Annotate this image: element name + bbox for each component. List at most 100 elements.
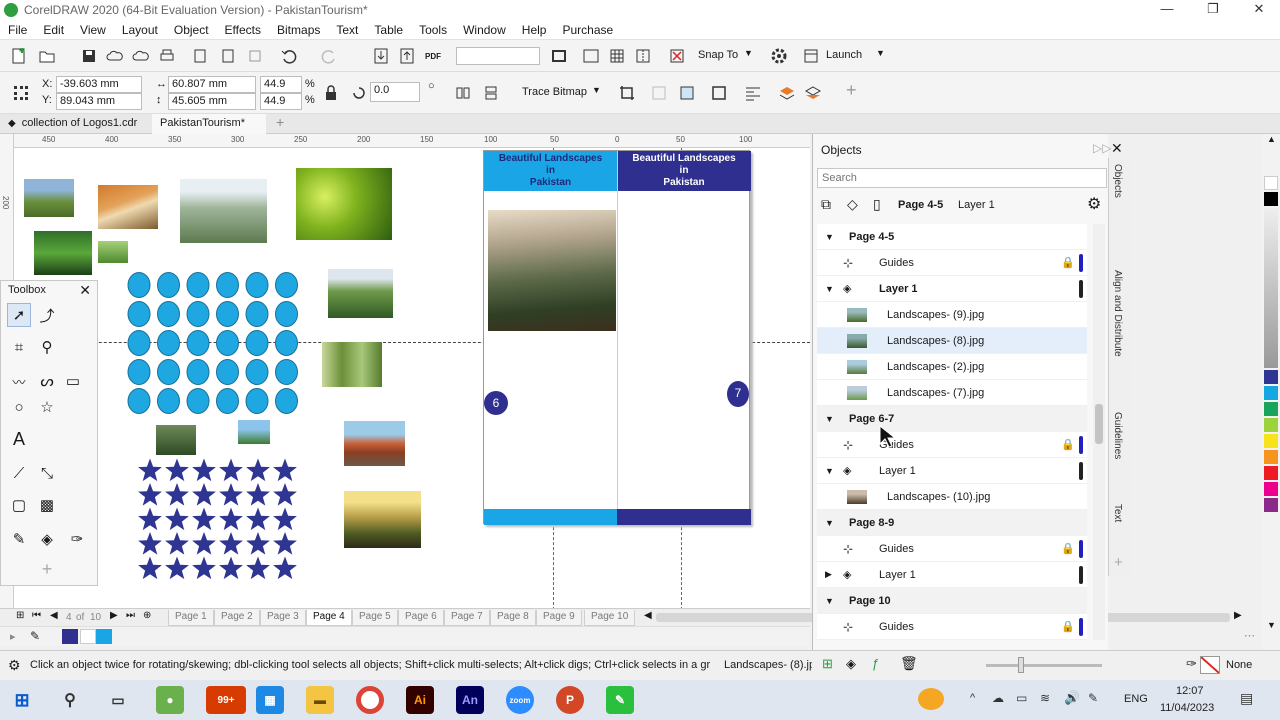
add-object-icon[interactable]: ⊞ [822,656,833,672]
drop-shadow-icon[interactable]: ▢ [7,493,31,517]
menu-help[interactable]: Help [514,23,555,37]
crop-bitmap-icon[interactable] [616,82,638,104]
star-shape[interactable] [138,483,162,506]
color-eyedropper-icon[interactable]: ✎ [30,629,40,643]
circle-shape[interactable] [245,301,269,327]
tree-row-layer[interactable]: ▼ ◈ Layer 1 [817,458,1087,484]
circle-shape[interactable] [157,272,180,298]
add-tool-icon[interactable]: + [35,557,59,581]
page-tab-1[interactable]: Page 1 [168,610,214,626]
swatch-purple[interactable] [1264,498,1278,512]
clock-time[interactable]: 12:07 [1176,685,1204,697]
star-shape[interactable] [246,507,270,531]
circle-shape[interactable] [245,272,269,298]
show-grid-icon[interactable] [606,45,628,67]
swatch-lime[interactable] [1264,418,1278,432]
tab-collection-of-logos[interactable]: ◆ collection of Logos1.cdr [0,114,152,134]
swatch-orange[interactable] [1264,450,1278,464]
star-shape[interactable] [273,483,297,506]
wrap-text-icon[interactable] [742,82,764,104]
launch-dropdown-icon[interactable]: ▼ [876,48,885,58]
right-page-footer[interactable] [617,509,751,525]
menu-text[interactable]: Text [328,23,366,37]
swatch-blue[interactable] [1264,370,1278,384]
breadcrumb-layer[interactable]: Layer 1 [958,199,995,211]
mirror-vertical-icon[interactable] [480,82,502,104]
circle-shape[interactable] [157,359,180,385]
side-tab-text[interactable]: Text [1112,504,1123,522]
full-screen-icon[interactable] [548,45,570,67]
star-shape[interactable] [219,458,243,482]
circle-shape[interactable] [157,388,180,414]
zoom-icon[interactable]: zoom [506,686,534,714]
show-hidden-icons[interactable]: ^ [970,692,975,704]
star-shape[interactable] [273,532,297,555]
left-page-header[interactable]: Beautiful Landscapes in Pakistan [484,151,617,191]
onedrive-icon[interactable]: ☁ [992,691,1004,705]
circle-shape[interactable] [186,272,210,298]
illustrator-icon[interactable]: Ai [406,686,434,714]
rotation-angle-field[interactable]: 0.0 [370,82,420,102]
landscape-thumbnail[interactable] [98,185,158,229]
circle-shape[interactable] [275,388,298,414]
pick-tool-icon[interactable]: ➚ [7,303,31,327]
height-field[interactable]: 45.605 mm [168,93,256,110]
weather-icon[interactable] [918,688,944,710]
collapse-icon[interactable]: ▼ [825,596,834,606]
swatch-yellow[interactable] [1264,434,1278,448]
circle-shape[interactable] [275,330,298,356]
import-icon[interactable] [190,45,212,67]
objects-scroll-thumb[interactable] [1095,404,1103,444]
tree-row-layer[interactable]: ▶ ◈ Layer 1 [817,562,1087,588]
circle-shape[interactable] [216,359,239,385]
close-window-button[interactable]: ✕ [1236,0,1280,20]
objects-search-input[interactable] [817,168,1107,188]
circle-shape[interactable] [245,330,269,356]
new-tab-icon[interactable]: + [268,114,292,134]
open-folder-icon[interactable] [36,45,58,67]
star-shape[interactable] [219,507,243,531]
powerpoint-icon[interactable]: P [556,686,584,714]
tree-row-guides[interactable]: ⊹ Guides 🔒 [817,614,1087,640]
no-color-swatch[interactable] [1264,176,1278,190]
palette-swatch-cyan[interactable] [96,629,112,644]
menu-edit[interactable]: Edit [35,23,72,37]
palette-swatch-navy[interactable] [62,629,78,644]
tree-row-object[interactable]: Landscapes- (10).jpg [817,484,1087,510]
notifications-icon[interactable]: ▤ [1240,690,1253,707]
zoom-level-select[interactable] [456,47,540,65]
menu-object[interactable]: Object [166,23,217,37]
import-file-icon[interactable] [370,45,392,67]
tree-row-page[interactable]: ▼ Page 8-9 [817,510,1087,536]
lock-icon[interactable]: 🔒 [1061,620,1075,633]
right-page-header[interactable]: Beautiful Landscapes in Pakistan [617,151,751,191]
windows-start-icon[interactable]: ⊞ [8,686,36,714]
collapse-icon[interactable]: ▼ [825,518,834,528]
snap-off-icon[interactable] [666,45,688,67]
trace-bitmap-button[interactable]: Trace Bitmap [522,86,587,98]
connector-tool-icon[interactable]: ⤡ [35,461,59,485]
bounding-box-icon[interactable] [708,82,730,104]
transparency-tool-icon[interactable]: ▩ [35,493,59,517]
circle-shape[interactable] [186,330,210,356]
circle-shape[interactable] [275,272,298,298]
star-shape[interactable] [192,532,216,555]
circle-shape[interactable] [157,330,180,356]
selected-landscape-image[interactable] [488,210,616,331]
swatch-red[interactable] [1264,466,1278,480]
polygon-tool-icon[interactable]: ☆ [35,395,59,419]
width-field[interactable]: 60.807 mm [168,76,256,93]
star-shape[interactable] [138,532,162,555]
smart-fill-icon[interactable]: ✑ [65,527,89,551]
tree-row-object[interactable]: Landscapes- (7).jpg [817,380,1087,406]
file-explorer-icon[interactable]: ▬ [306,686,334,714]
circle-shape[interactable] [216,330,239,356]
language-indicator[interactable]: ENG [1124,693,1148,705]
zoom-tool-icon[interactable]: ⚲ [35,335,59,359]
left-page-footer[interactable] [484,509,617,525]
menu-purchase[interactable]: Purchase [554,23,621,37]
tree-row-guides[interactable]: ⊹ Guides 🔒 [817,536,1087,562]
landscape-thumbnail[interactable] [322,342,382,387]
side-tab-align-distribute[interactable]: Align and Distribute [1112,270,1123,357]
tree-row-guides[interactable]: ⊹ Guides 🔒 [817,432,1087,458]
